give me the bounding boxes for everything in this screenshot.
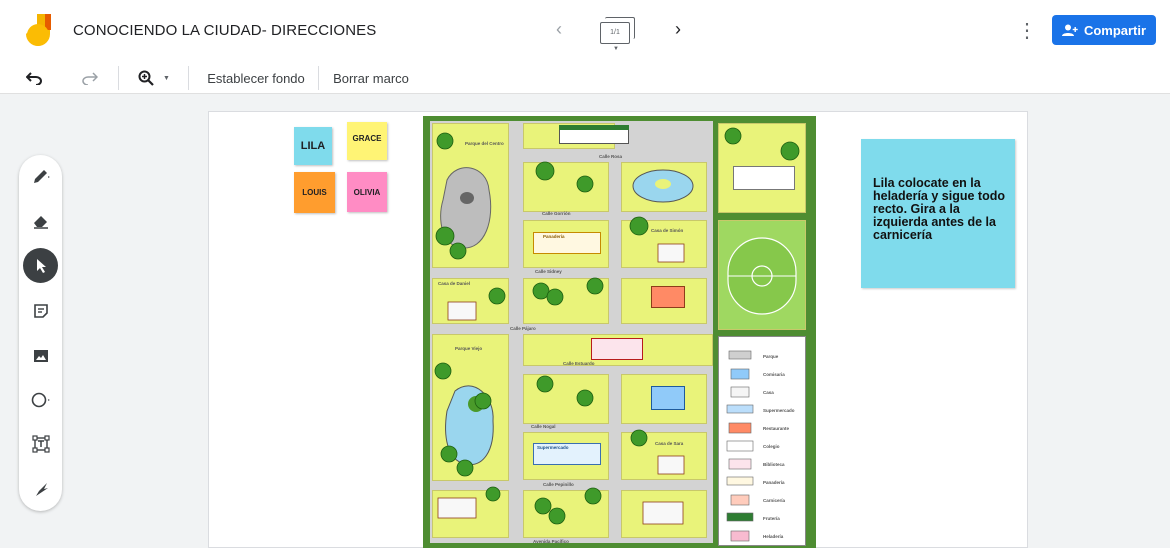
more-options-button[interactable]: ⋮ bbox=[1017, 18, 1037, 44]
legend-label: Carnicería bbox=[763, 498, 786, 503]
sticky-note-tool[interactable] bbox=[23, 293, 58, 328]
legend-label: Biblioteca bbox=[763, 462, 785, 467]
legend-label: Frutería bbox=[763, 516, 780, 521]
more-vert-icon: ⋮ bbox=[1017, 20, 1037, 42]
share-button[interactable]: Compartir bbox=[1052, 15, 1156, 45]
sticky-note-lila[interactable]: LILA bbox=[294, 127, 332, 165]
sticky-note-icon bbox=[33, 303, 48, 318]
previous-frame-button[interactable]: ‹ bbox=[548, 17, 570, 41]
undo-button[interactable] bbox=[24, 67, 44, 89]
laser-tool[interactable] bbox=[23, 471, 58, 506]
redo-button[interactable] bbox=[80, 67, 100, 89]
toolbar-divider bbox=[318, 66, 319, 90]
sticky-label: OLIVIA bbox=[353, 187, 381, 197]
sticky-note-olivia[interactable]: OLIVIA bbox=[347, 172, 387, 212]
legend-label: Supermercado bbox=[763, 408, 795, 413]
clear-frame-button[interactable]: Borrar marco bbox=[333, 67, 409, 89]
legend-icons bbox=[726, 350, 754, 542]
zoom-in-icon bbox=[138, 70, 154, 86]
city-map-image[interactable]: Parque del Centro Casa de Daniel Parque … bbox=[423, 116, 816, 548]
shape-tool[interactable] bbox=[23, 382, 58, 417]
circle-icon bbox=[31, 392, 50, 407]
person-add-icon bbox=[1061, 24, 1078, 36]
instruction-note[interactable]: Lila colocate en la heladería y sigue to… bbox=[861, 139, 1015, 288]
chevron-left-icon: ‹ bbox=[556, 19, 562, 39]
sticky-label: LOUIS bbox=[302, 188, 327, 197]
text-box-icon bbox=[31, 434, 50, 453]
share-label: Compartir bbox=[1083, 22, 1147, 38]
caret-down-icon: ▼ bbox=[163, 74, 170, 82]
image-icon bbox=[33, 349, 48, 362]
laser-icon bbox=[34, 482, 48, 496]
sticky-note-louis[interactable]: LOUIS bbox=[294, 172, 335, 213]
frame-indicator[interactable]: 1/1 ▼ bbox=[596, 16, 640, 52]
sticky-note-grace[interactable]: GRACE bbox=[347, 122, 387, 160]
jamboard-logo bbox=[26, 14, 51, 46]
undo-icon bbox=[26, 72, 42, 85]
next-frame-button[interactable]: › bbox=[667, 17, 689, 41]
eraser-tool[interactable] bbox=[23, 203, 58, 238]
sticky-label: GRACE bbox=[352, 134, 382, 143]
select-tool[interactable] bbox=[23, 248, 58, 283]
redo-icon bbox=[82, 72, 98, 85]
set-background-button[interactable]: Establecer fondo bbox=[204, 67, 308, 89]
zoom-button[interactable]: ▼ bbox=[134, 67, 174, 89]
pen-tool[interactable] bbox=[23, 159, 58, 194]
image-tool[interactable] bbox=[23, 338, 58, 373]
legend-label: Parque bbox=[763, 354, 779, 359]
text-box-tool[interactable] bbox=[23, 426, 58, 461]
legend-label: Heladería bbox=[763, 534, 784, 539]
document-title[interactable]: CONOCIENDO LA CIUDAD- DIRECCIONES bbox=[73, 22, 376, 39]
pen-icon bbox=[33, 169, 50, 183]
sticky-label: LILA bbox=[300, 140, 326, 152]
legend-label: Restaurante bbox=[763, 426, 790, 431]
frame-toolbar: ▼ Establecer fondo Borrar marco bbox=[0, 62, 1170, 94]
caret-down-icon: ▼ bbox=[613, 46, 619, 52]
app-header: CONOCIENDO LA CIUDAD- DIRECCIONES ‹ 1/1 … bbox=[0, 0, 1170, 62]
legend-label: Comisaria bbox=[763, 372, 785, 377]
eraser-icon bbox=[33, 215, 48, 229]
frame-counter: 1/1 bbox=[600, 22, 630, 44]
legend-label: Panadería bbox=[763, 480, 785, 485]
chevron-right-icon: › bbox=[675, 19, 681, 39]
select-icon bbox=[36, 258, 46, 273]
tool-rail bbox=[19, 155, 62, 511]
legend-label: Casa bbox=[763, 390, 774, 395]
toolbar-divider bbox=[188, 66, 189, 90]
legend-label: Colegio bbox=[763, 444, 780, 449]
map-legend: Parque Comisaria Casa Supermercado Resta… bbox=[718, 336, 806, 546]
toolbar-divider bbox=[118, 66, 119, 90]
